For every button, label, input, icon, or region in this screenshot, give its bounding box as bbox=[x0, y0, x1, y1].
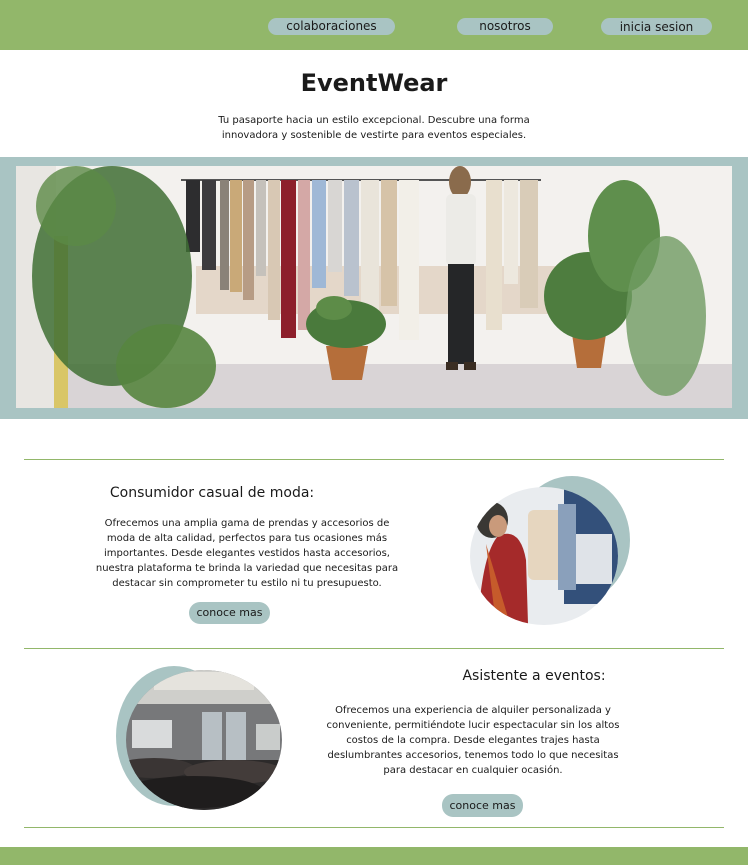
event-attendees-image bbox=[116, 666, 282, 810]
section-title-casual: Consumidor casual de moda: bbox=[109, 485, 315, 501]
nav-link-nosotros[interactable]: nosotros bbox=[457, 18, 553, 35]
section-body-eventos: Ofrecemos una experiencia de alquiler pe… bbox=[326, 705, 620, 776]
section-title-eventos: Asistente a eventos: bbox=[462, 668, 606, 684]
divider bbox=[24, 648, 724, 649]
divider bbox=[24, 827, 724, 828]
hero-image bbox=[16, 166, 732, 408]
brand-title: EventWear bbox=[300, 69, 448, 97]
conoce-mas-button-eventos[interactable]: conoce mas bbox=[442, 794, 523, 817]
nav-link-inicia-sesion[interactable]: inicia sesion bbox=[601, 18, 712, 35]
footer-bar bbox=[0, 847, 748, 865]
conoce-mas-button-casual[interactable]: conoce mas bbox=[189, 602, 270, 624]
shopper-figure bbox=[446, 166, 476, 370]
nav-link-colaboraciones[interactable]: colaboraciones bbox=[268, 18, 395, 35]
divider bbox=[24, 459, 724, 460]
casual-shopper-image bbox=[470, 476, 630, 625]
top-nav-bar: colaboraciones nosotros inicia sesion bbox=[0, 0, 748, 50]
brand-tagline: Tu pasaporte hacia un estilo excepcional… bbox=[218, 115, 530, 141]
section-body-casual: Ofrecemos una amplia gama de prendas y a… bbox=[95, 518, 399, 589]
